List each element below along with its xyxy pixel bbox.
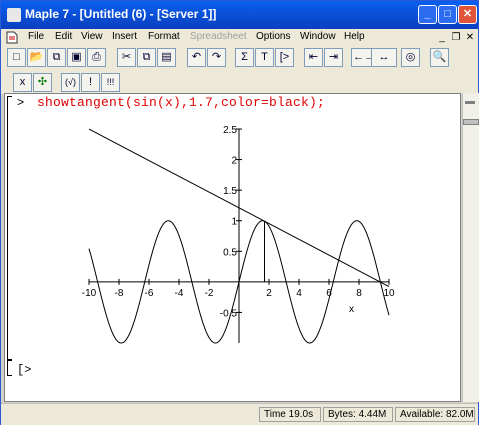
menu-bar: File Edit View Insert Format Spreadsheet… bbox=[1, 29, 478, 46]
x-tick-label: -2 bbox=[205, 288, 214, 299]
x-tick-label: 8 bbox=[356, 288, 362, 299]
maple-window: Maple 7 - [Untitled (6) - [Server 1]] _ … bbox=[0, 0, 479, 425]
status-time: Time 19.0s bbox=[259, 407, 321, 422]
undo-icon[interactable]: ↶ bbox=[187, 48, 206, 67]
math-mode-icon[interactable]: x bbox=[13, 73, 32, 92]
x-tick-label: -4 bbox=[175, 288, 184, 299]
maximize-button[interactable]: □ bbox=[438, 5, 457, 24]
scroll-thumb[interactable] bbox=[463, 119, 479, 125]
new-icon[interactable]: □ bbox=[7, 48, 26, 67]
menu-options[interactable]: Options bbox=[256, 31, 290, 42]
x-tick-label: 10 bbox=[383, 288, 395, 299]
text-mode-icon[interactable]: T bbox=[255, 48, 274, 67]
y-tick-label: 1.5 bbox=[223, 186, 237, 197]
y-tick-label: 2.5 bbox=[223, 125, 237, 136]
open-icon[interactable]: 📂 bbox=[27, 48, 46, 67]
window-title: Maple 7 - [Untitled (6) - [Server 1]] bbox=[25, 7, 217, 21]
menu-format[interactable]: Format bbox=[148, 31, 180, 42]
input-mode-icon[interactable]: [> bbox=[275, 48, 294, 67]
copy-icon[interactable]: ⧉ bbox=[137, 48, 156, 67]
cut-icon[interactable]: ✂ bbox=[117, 48, 136, 67]
stop-icon[interactable]: ◎ bbox=[401, 48, 420, 67]
empty-group-bracket[interactable] bbox=[7, 360, 12, 376]
menu-spreadsheet[interactable]: Spreadsheet bbox=[190, 31, 247, 42]
save-icon[interactable]: ▣ bbox=[67, 48, 86, 67]
empty-prompt[interactable]: [> bbox=[17, 363, 31, 377]
sigma-icon[interactable]: Σ bbox=[235, 48, 254, 67]
y-tick-label: 1 bbox=[231, 217, 237, 228]
x-tick-label: 4 bbox=[296, 288, 302, 299]
status-bytes: Bytes: 4.44M bbox=[323, 407, 393, 422]
title-bar[interactable]: Maple 7 - [Untitled (6) - [Server 1]] _ … bbox=[1, 1, 478, 29]
open-url-icon[interactable]: ⧉ bbox=[47, 48, 66, 67]
menu-insert[interactable]: Insert bbox=[112, 31, 137, 42]
x-tick-label: -10 bbox=[82, 288, 97, 299]
scroll-marker bbox=[465, 101, 475, 104]
context-toolbar: x ✣ (√) ! !!! bbox=[1, 71, 478, 94]
execute-region-icon[interactable]: (√) bbox=[61, 73, 80, 92]
redo-icon[interactable]: ↷ bbox=[207, 48, 226, 67]
y-tick-label: -0.5 bbox=[220, 308, 238, 319]
indent-left-icon[interactable]: ⇤ bbox=[304, 48, 323, 67]
status-available: Available: 82.0M bbox=[395, 407, 475, 422]
x-axis-label: x bbox=[349, 304, 354, 315]
execution-group-bracket[interactable] bbox=[7, 96, 12, 360]
maple-leaf-icon bbox=[7, 8, 21, 22]
tangent-plot[interactable]: -10 -8 -6 -4 -2 2 4 6 8 10-0.50.511.522.5x bbox=[61, 111, 421, 361]
menu-view[interactable]: View bbox=[81, 31, 103, 42]
zoom-icon[interactable]: 🔍 bbox=[430, 48, 449, 67]
main-toolbar: □ 📂 ⧉ ▣ ⎙ ✂ ⧉ ▤ ↶ ↷ Σ T [> ⇤ ⇥ ←→ ↔ ◎ 🔍 bbox=[1, 46, 478, 72]
input-prompt: > bbox=[17, 96, 25, 110]
mdi-close-button[interactable]: ✕ bbox=[464, 32, 476, 43]
document-icon[interactable] bbox=[5, 31, 19, 44]
expand-icon[interactable]: ↔ bbox=[371, 48, 397, 67]
status-bar: Time 19.0s Bytes: 4.44M Available: 82.0M bbox=[1, 403, 478, 425]
x-tick-label: 2 bbox=[266, 288, 272, 299]
indent-right-icon[interactable]: ⇥ bbox=[324, 48, 343, 67]
close-button[interactable]: ✕ bbox=[458, 5, 477, 24]
menu-help[interactable]: Help bbox=[344, 31, 365, 42]
minimize-button[interactable]: _ bbox=[418, 5, 437, 24]
execute-all-icon[interactable]: !!! bbox=[101, 73, 120, 92]
execute-icon[interactable]: ! bbox=[81, 73, 100, 92]
y-tick-label: 0.5 bbox=[223, 247, 237, 258]
mdi-minimize-button[interactable]: _ bbox=[436, 32, 448, 43]
paste-icon[interactable]: ▤ bbox=[157, 48, 176, 67]
x-tick-label: -6 bbox=[145, 288, 154, 299]
x-tick-label: -8 bbox=[115, 288, 124, 299]
y-tick-label: 2 bbox=[231, 156, 237, 167]
mdi-restore-button[interactable]: ❐ bbox=[450, 32, 462, 43]
palette-icon[interactable]: ✣ bbox=[33, 73, 52, 92]
menu-edit[interactable]: Edit bbox=[55, 31, 72, 42]
menu-file[interactable]: File bbox=[28, 31, 44, 42]
maple-command[interactable]: showtangent(sin(x),1.7,color=black); bbox=[37, 95, 325, 110]
menu-window[interactable]: Window bbox=[300, 31, 336, 42]
print-icon[interactable]: ⎙ bbox=[87, 48, 106, 67]
vertical-scrollbar[interactable] bbox=[462, 93, 479, 402]
